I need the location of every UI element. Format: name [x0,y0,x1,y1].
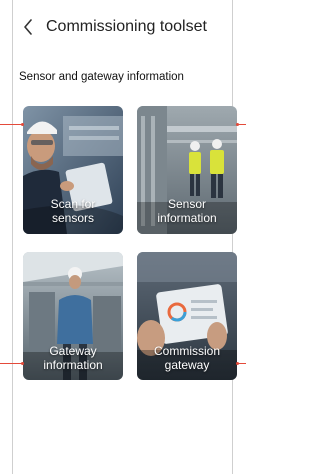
connector-dot [21,123,24,126]
sensor-information-tile[interactable]: Sensor information [137,106,237,234]
screen: Commissioning toolset Sensor and gateway… [0,0,246,474]
app-header: Commissioning toolset [0,14,246,42]
connector-dot [21,362,24,365]
connector-dot [236,362,239,365]
commission-gateway-tile[interactable]: Commission gateway [137,252,237,380]
tile-label: Scan for sensors [50,197,96,225]
frame-border-left [12,0,13,474]
gateway-information-tile[interactable]: Gateway information [23,252,123,380]
tile-label: Commission gateway [153,344,220,372]
page-title: Commissioning toolset [46,18,207,35]
tile-label: Sensor information [157,197,217,225]
tile-label: Gateway information [43,344,103,372]
chevron-left-icon [24,19,32,35]
section-title: Sensor and gateway information [19,71,184,83]
connector-line [0,363,23,364]
scan-for-sensors-tile[interactable]: Scan for sensors [23,106,123,234]
connector-line [0,124,23,125]
back-button[interactable] [20,16,36,38]
connector-dot [236,123,239,126]
frame-border-right [232,0,233,474]
